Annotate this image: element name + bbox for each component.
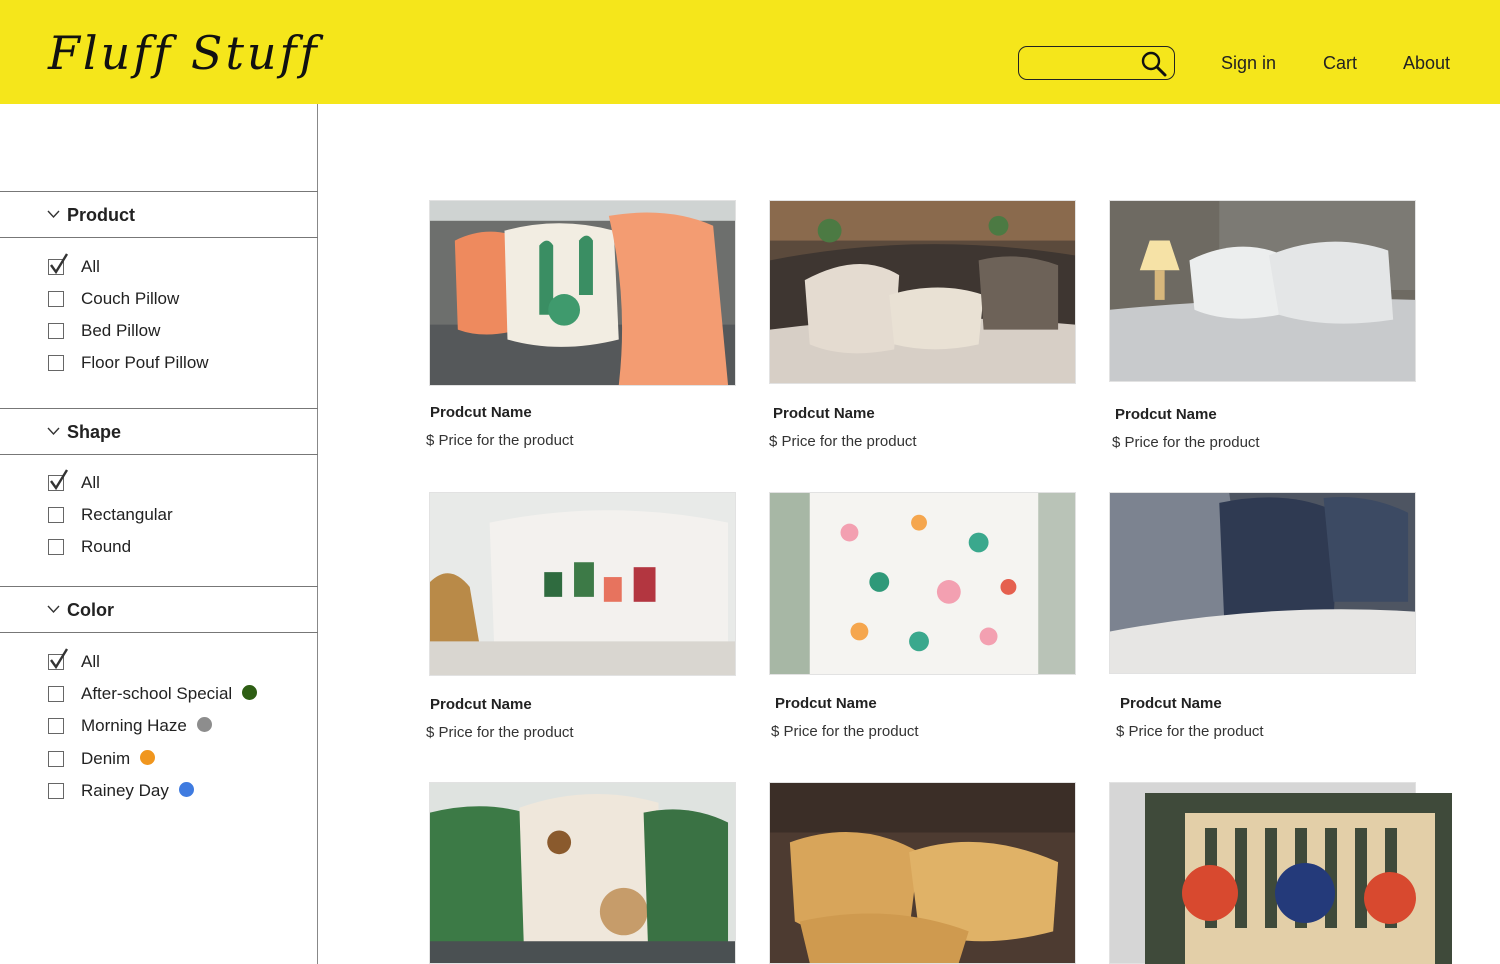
product-price: $ Price for the product — [771, 723, 919, 740]
search-icon[interactable] — [1140, 50, 1168, 78]
product-price: $ Price for the product — [1116, 723, 1264, 740]
nav-cart-link[interactable]: Cart — [1323, 53, 1357, 74]
checkbox[interactable] — [48, 783, 64, 799]
product-image-embroidered-cactus-pillow-photo[interactable] — [429, 492, 736, 676]
search-input[interactable] — [1029, 53, 1139, 73]
filter-option-label: Rectangular — [81, 505, 173, 524]
checkbox[interactable] — [48, 323, 64, 339]
checkbox[interactable] — [48, 686, 64, 702]
filter-option-label: Floor Pouf Pillow — [81, 353, 209, 372]
product-image-flamingo-pattern-pillow-photo[interactable] — [769, 492, 1076, 675]
filter-section-title: Product — [67, 205, 136, 225]
product-image-cactus-pillow-couch-photo[interactable] — [429, 200, 736, 386]
filter-option-label-wrap: Morning Haze — [81, 716, 212, 736]
color-swatch — [196, 717, 212, 732]
product-name[interactable]: Prodcut Name — [430, 404, 532, 421]
filter-sidebar: Product All Couch Pillow Bed Pillow Floo… — [0, 104, 318, 964]
filter-option-label: All — [81, 473, 100, 492]
chevron-down-icon[interactable] — [47, 604, 60, 614]
product-image-white-bed-pillows-photo[interactable] — [1109, 200, 1416, 382]
product-name[interactable]: Prodcut Name — [1115, 406, 1217, 423]
checkmark-icon — [50, 469, 69, 491]
filter-option-label: Rainey Day — [81, 781, 169, 800]
nav-sign-in-link[interactable]: Sign in — [1221, 53, 1276, 74]
color-swatch — [178, 782, 194, 797]
bench-photo-overlay[interactable] — [1145, 793, 1452, 964]
filter-section-product-header[interactable]: Product — [0, 191, 318, 238]
product-name[interactable]: Prodcut Name — [775, 695, 877, 712]
checkbox[interactable] — [48, 539, 64, 555]
chevron-down-icon[interactable] — [47, 426, 60, 436]
nav-about-link[interactable]: About — [1403, 53, 1450, 74]
color-swatch — [140, 750, 156, 765]
product-name[interactable]: Prodcut Name — [1120, 695, 1222, 712]
product-name[interactable]: Prodcut Name — [430, 696, 532, 713]
checkbox[interactable] — [48, 718, 64, 734]
filter-option-label: After-school Special — [81, 684, 233, 703]
filter-section-shape-header[interactable]: Shape — [0, 408, 318, 455]
filter-option-label: All — [81, 257, 100, 276]
filter-option-label: Morning Haze — [81, 716, 187, 735]
filter-section-color-header[interactable]: Color — [0, 586, 318, 633]
filter-option-label: Denim — [81, 749, 131, 768]
filter-option-label: Couch Pillow — [81, 289, 180, 308]
color-swatch — [242, 685, 258, 700]
product-image-cream-pillows-bed-photo[interactable] — [769, 200, 1076, 384]
site-header: Fluff Stuff Sign in Cart About — [0, 0, 1500, 104]
product-image-navy-pattern-pillows-photo[interactable] — [1109, 492, 1416, 674]
filter-option-label-wrap: After-school Special — [81, 684, 258, 704]
product-price: $ Price for the product — [426, 432, 574, 449]
site-logo[interactable]: Fluff Stuff — [48, 26, 320, 80]
checkmark-icon — [50, 253, 69, 275]
product-price: $ Price for the product — [769, 433, 917, 450]
chevron-down-icon[interactable] — [47, 209, 60, 219]
checkbox[interactable] — [48, 751, 64, 767]
filter-option-label-wrap: Denim — [81, 749, 156, 769]
filter-option-label-wrap: Rainey Day — [81, 781, 194, 801]
checkbox[interactable] — [48, 291, 64, 307]
product-name[interactable]: Prodcut Name — [773, 405, 875, 422]
product-image-mustard-pillows-photo[interactable] — [769, 782, 1076, 964]
filter-option-label: All — [81, 652, 100, 671]
product-price: $ Price for the product — [1112, 434, 1260, 451]
checkbox[interactable] — [48, 355, 64, 371]
filter-section-title: Shape — [67, 422, 122, 442]
checkmark-icon — [50, 648, 69, 670]
product-image-pinecone-green-pillows-photo[interactable] — [429, 782, 736, 964]
filter-section-title: Color — [67, 600, 114, 620]
filter-option-label: Round — [81, 537, 132, 556]
checkbox[interactable] — [48, 507, 64, 523]
product-price: $ Price for the product — [426, 724, 574, 741]
search-box[interactable] — [1018, 46, 1175, 80]
filter-option-label: Bed Pillow — [81, 321, 161, 340]
